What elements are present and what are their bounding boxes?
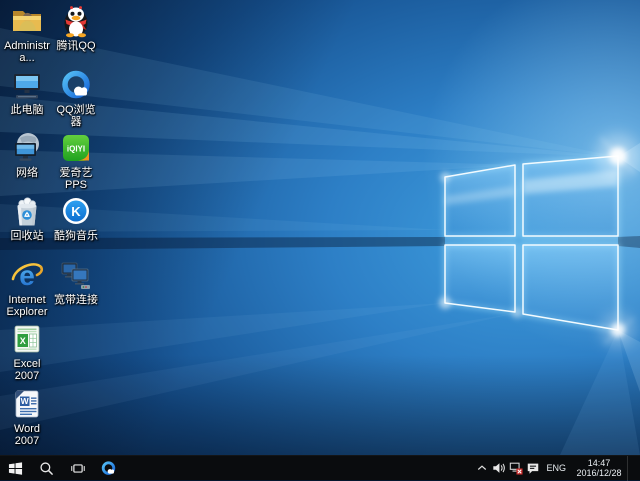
icon-label: 回收站 [3, 230, 51, 242]
taskbar-qq-browser-button[interactable] [93, 456, 124, 481]
desktop-icon-qq-browser[interactable]: QQ浏览器 [52, 68, 100, 128]
icon-label: 腾讯QQ [52, 40, 100, 52]
system-tray: ENG 14:47 2016/12/28 [473, 456, 640, 481]
icon-label: Internet Explorer [3, 294, 51, 318]
desktop-icon-word-2007[interactable]: W Word 2007 [3, 387, 51, 447]
desktop-icon-excel-2007[interactable]: X Excel 2007 [3, 322, 51, 382]
desktop[interactable]: Administra... 腾讯QQ [0, 0, 640, 455]
desktop-icon-iqiyi-pps[interactable]: iQIYI 爱奇艺PPS [52, 131, 100, 191]
desktop-icon-internet-explorer[interactable]: e Internet Explorer [3, 258, 51, 318]
icon-label: Administra... [3, 40, 51, 64]
network-disconnected-icon [509, 461, 523, 475]
clock-time: 14:47 [573, 458, 625, 468]
action-center-button[interactable] [524, 456, 541, 481]
desktop-icon-broadband-connection[interactable]: 宽带连接 [52, 258, 100, 306]
speaker-icon [492, 461, 506, 475]
kugou-music-icon: K [59, 194, 93, 228]
icon-label: Word 2007 [3, 423, 51, 447]
icon-label: Excel 2007 [3, 358, 51, 382]
network-icon [10, 131, 44, 165]
excel-2007-icon: X [10, 322, 44, 356]
icon-label: 爱奇艺PPS [52, 167, 100, 191]
internet-explorer-icon: e [10, 258, 44, 292]
qq-browser-icon [100, 460, 117, 477]
language-indicator[interactable]: ENG [541, 456, 571, 481]
iqiyi-pps-icon: iQIYI [59, 131, 93, 165]
svg-text:X: X [20, 336, 26, 346]
tray-expand-button[interactable] [473, 456, 490, 481]
qq-browser-icon [59, 68, 93, 102]
action-center-icon [526, 461, 540, 475]
icon-label: QQ浏览器 [52, 104, 100, 128]
user-folder-icon [10, 4, 44, 38]
broadband-connection-icon [59, 258, 93, 292]
volume-button[interactable] [490, 456, 507, 481]
task-view-icon [70, 461, 86, 476]
show-desktop-button[interactable] [627, 456, 640, 481]
svg-text:K: K [71, 204, 81, 219]
network-status-button[interactable] [507, 456, 524, 481]
clock-date: 2016/12/28 [573, 468, 625, 478]
tencent-qq-icon [59, 4, 93, 38]
icon-label: 网络 [3, 167, 51, 179]
chevron-up-icon [476, 462, 488, 474]
svg-text:iQIYI: iQIYI [67, 145, 85, 154]
desktop-icon-this-pc[interactable]: 此电脑 [3, 68, 51, 116]
icon-label: 此电脑 [3, 104, 51, 116]
start-button[interactable] [0, 456, 31, 481]
this-pc-icon [10, 68, 44, 102]
desktop-icon-network[interactable]: 网络 [3, 131, 51, 179]
desktop-icon-recycle-bin[interactable]: 回收站 [3, 194, 51, 242]
recycle-bin-icon [10, 194, 44, 228]
search-button[interactable] [31, 456, 62, 481]
desktop-icon-tencent-qq[interactable]: 腾讯QQ [52, 4, 100, 52]
icon-label: 酷狗音乐 [52, 230, 100, 242]
search-icon [39, 461, 54, 476]
desktop-icon-administrator[interactable]: Administra... [3, 4, 51, 64]
windows-start-icon [8, 461, 23, 476]
word-2007-icon: W [10, 387, 44, 421]
task-view-button[interactable] [62, 456, 93, 481]
svg-text:W: W [21, 396, 30, 406]
taskbar-clock[interactable]: 14:47 2016/12/28 [571, 456, 627, 481]
desktop-icon-kugou-music[interactable]: K 酷狗音乐 [52, 194, 100, 242]
taskbar: ENG 14:47 2016/12/28 [0, 455, 640, 480]
icon-label: 宽带连接 [52, 294, 100, 306]
